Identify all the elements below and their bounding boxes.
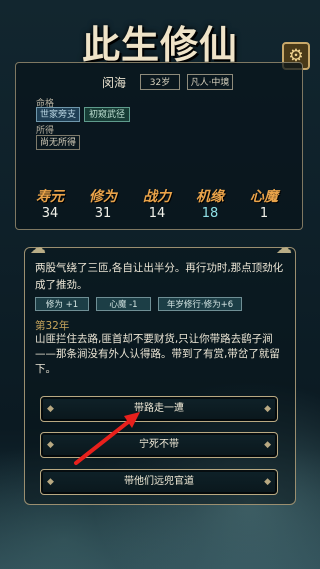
cloud-ornament-icon: ☁ xyxy=(30,238,46,257)
choice-label: 带他们远兜官道 xyxy=(124,476,194,487)
left-ornament-icon: ◆ xyxy=(47,477,54,487)
left-ornament-icon: ◆ xyxy=(47,440,54,450)
stat-label: 寿元 xyxy=(36,189,64,205)
stat-value: 31 xyxy=(94,206,112,221)
stat-value: 14 xyxy=(148,206,166,221)
stat-value: 34 xyxy=(41,206,59,221)
stat-label: 修为 xyxy=(89,189,117,205)
stat-lifespan: 寿元 34 xyxy=(26,186,74,221)
stat-value: 18 xyxy=(201,206,219,221)
choice-label: 宁死不带 xyxy=(139,439,179,450)
fate-chip[interactable]: 世家旁支 xyxy=(36,107,80,122)
choice-label: 带路走一遭 xyxy=(134,403,184,414)
fate-chip[interactable]: 初窥武径 xyxy=(84,107,130,122)
stat-value: 1 xyxy=(259,206,269,221)
owned-chip: 尚无所得 xyxy=(36,135,80,150)
game-title: 此生修仙 xyxy=(81,22,238,67)
stat-cultivation: 修为 31 xyxy=(79,186,127,221)
age-badge: 32岁 xyxy=(140,74,180,90)
choice-button-detour[interactable]: ◆ 带他们远兜官道 ◆ xyxy=(40,469,278,495)
year-label: 第32年 xyxy=(35,320,70,332)
stat-label: 战力 xyxy=(143,189,171,205)
cloud-ornament-icon: ☁ xyxy=(276,238,292,257)
right-ornament-icon: ◆ xyxy=(264,440,271,450)
stat-label: 机缘 xyxy=(196,189,224,205)
stat-combat: 战力 14 xyxy=(133,186,181,221)
realm-badge: 凡人·中境 xyxy=(187,74,233,90)
effect-tag: 心魔 -1 xyxy=(96,297,151,311)
right-ornament-icon: ◆ xyxy=(264,404,271,414)
event-text: 山匪拦住去路,匪首却不要财货,只让你带路去鹞子涧——那条涧没有外人认得路。带到了… xyxy=(35,333,280,375)
left-ornament-icon: ◆ xyxy=(47,404,54,414)
effect-tag: 年岁修行·修为+6 xyxy=(158,297,242,311)
effect-tag: 修为 +1 xyxy=(35,297,89,311)
choice-button-guide[interactable]: ◆ 带路走一遭 ◆ xyxy=(40,396,278,422)
stat-label: 心魔 xyxy=(250,189,278,205)
character-name: 闵海 xyxy=(102,76,127,90)
right-ornament-icon: ◆ xyxy=(264,477,271,487)
stat-fortune: 机缘 18 xyxy=(186,186,234,221)
choice-button-refuse[interactable]: ◆ 宁死不带 ◆ xyxy=(40,432,278,458)
previous-story-text: 两股气绕了三匝,各自让出半分。再行功时,那点顶劲化成了推劲。 xyxy=(35,262,284,291)
stat-heart-demon: 心魔 1 xyxy=(240,186,288,221)
